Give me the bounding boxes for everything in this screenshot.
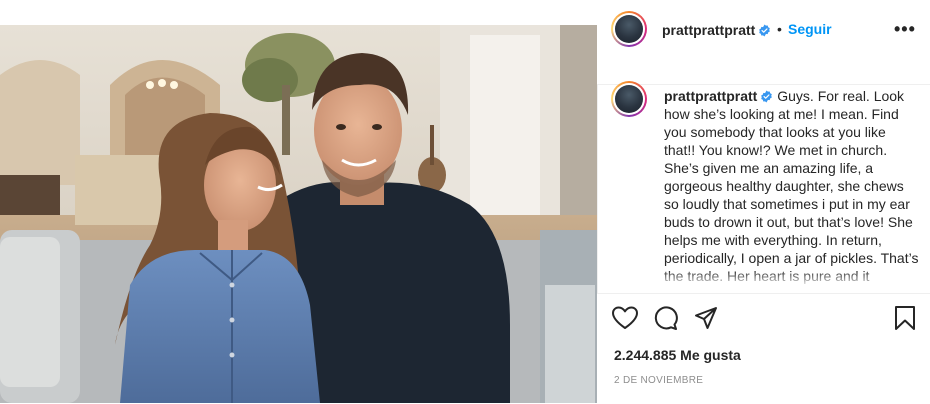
header-username-text[interactable]: prattprattpratt xyxy=(662,22,755,38)
caption-avatar[interactable] xyxy=(611,81,647,117)
header-separator: • xyxy=(777,21,782,37)
caption-fade xyxy=(610,270,925,292)
post-photo[interactable] xyxy=(0,25,597,403)
avatar-image xyxy=(615,15,643,43)
comment-icon[interactable] xyxy=(653,306,678,331)
verified-badge-icon xyxy=(761,90,773,103)
more-options-icon[interactable]: ••• xyxy=(894,19,916,40)
verified-badge-icon xyxy=(759,24,771,37)
post-photo-image xyxy=(0,25,597,403)
avatar-image xyxy=(615,85,643,113)
post-date[interactable]: 2 DE NOVIEMBRE xyxy=(614,375,703,386)
share-icon[interactable] xyxy=(694,306,718,330)
caption-username[interactable]: prattprattpratt xyxy=(664,88,757,104)
bookmark-icon[interactable] xyxy=(894,305,916,331)
caption-text: Guys. For real. Look how she’s looking a… xyxy=(664,88,919,284)
heart-icon[interactable] xyxy=(612,306,638,330)
follow-button[interactable]: Seguir xyxy=(788,21,832,37)
header-username[interactable]: prattprattpratt xyxy=(662,22,771,38)
caption: prattprattpratt Guys. For real. Look how… xyxy=(664,87,920,287)
header-avatar[interactable] xyxy=(611,11,647,47)
likes-count[interactable]: 2.244.885 Me gusta xyxy=(614,347,741,363)
